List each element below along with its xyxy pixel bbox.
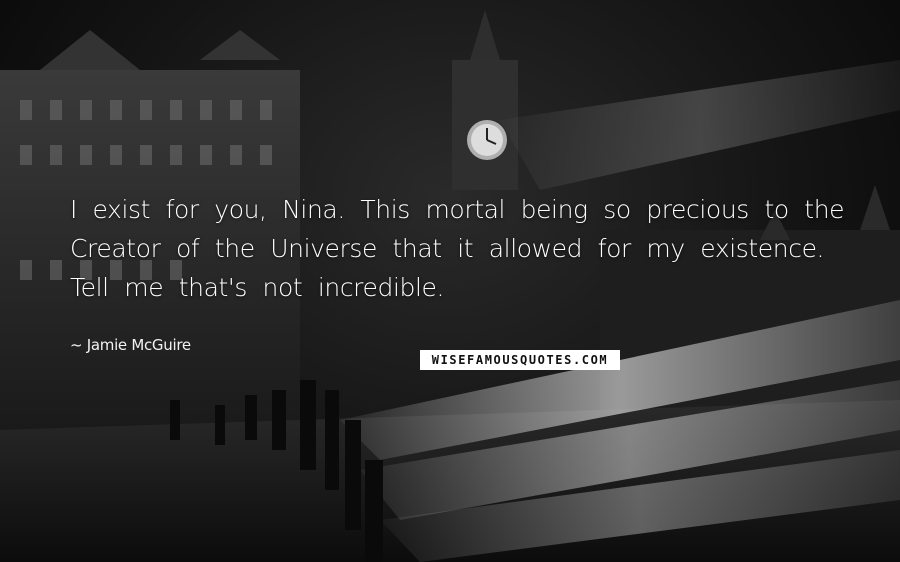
clock-tower bbox=[452, 10, 518, 190]
quote-author: ~ Jamie McGuire bbox=[70, 336, 191, 354]
site-watermark: WISEFAMOUSQUOTES.COM bbox=[420, 350, 620, 370]
quote-text: I exist for you, Nina. This mortal being… bbox=[70, 195, 845, 302]
quote-card: I exist for you, Nina. This mortal being… bbox=[0, 0, 900, 562]
